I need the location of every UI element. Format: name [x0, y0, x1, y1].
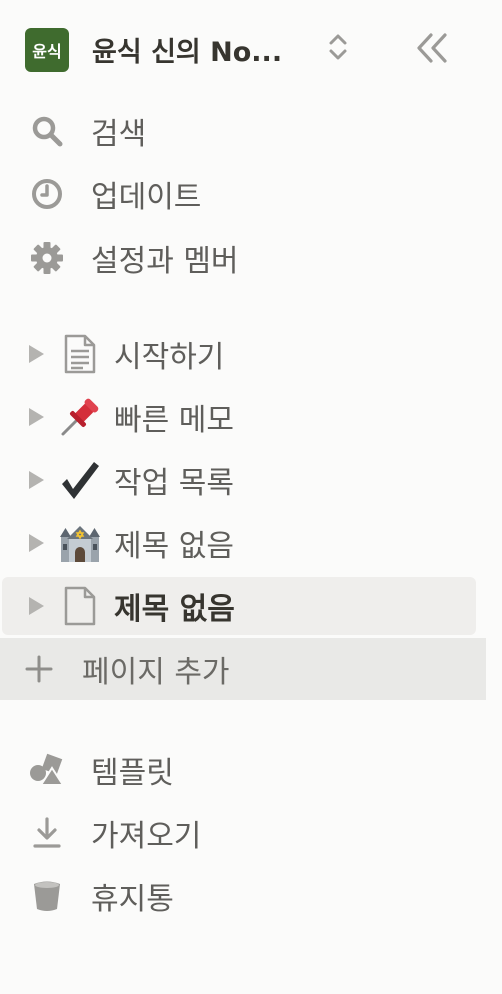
collapse-sidebar-icon[interactable]: [414, 31, 450, 65]
pushpin-icon: [59, 395, 101, 439]
shapes-icon: [28, 751, 66, 789]
clock-icon: [28, 175, 66, 213]
workspace-avatar: 윤식: [25, 28, 69, 72]
workspace-switcher[interactable]: 윤식 윤식 신의 No...: [0, 22, 486, 74]
expand-caret-icon[interactable]: [27, 596, 45, 616]
expand-caret-icon[interactable]: [27, 470, 45, 490]
add-page-label: 페이지 추가: [82, 655, 230, 690]
nav-search[interactable]: 검색: [0, 104, 486, 158]
nav-label: 휴지통: [91, 882, 174, 917]
blank-page-icon: [59, 584, 101, 628]
nav-templates[interactable]: 템플릿: [0, 743, 486, 797]
page-label: 작업 목록: [114, 466, 234, 501]
plus-icon: [24, 654, 54, 684]
page-item[interactable]: 제목 없음: [0, 514, 486, 572]
page-label: 시작하기: [114, 340, 225, 375]
trash-icon: [28, 877, 66, 915]
nav-trash[interactable]: 휴지통: [0, 869, 486, 923]
page-label: 제목 없음: [114, 592, 235, 627]
workspace-name: 윤식 신의 No...: [92, 37, 283, 68]
page-item[interactable]: 시작하기: [0, 325, 486, 383]
page-label: 빠른 메모: [114, 403, 234, 438]
search-icon: [28, 112, 66, 150]
nav-updates[interactable]: 업데이트: [0, 167, 486, 221]
nav-label: 템플릿: [91, 756, 174, 791]
nav-label: 설정과 멤버: [91, 244, 239, 279]
expand-caret-icon[interactable]: [27, 407, 45, 427]
expand-caret-icon[interactable]: [27, 533, 45, 553]
sidebar: 윤식 윤식 신의 No... 검색 업데이트 설정과 멤버 시작하기 빠른 메모…: [0, 0, 486, 994]
expand-caret-icon[interactable]: [27, 344, 45, 364]
nav-import[interactable]: 가져오기: [0, 806, 486, 860]
synagogue-icon: [59, 521, 101, 565]
document-lines-icon: [59, 332, 101, 376]
page-item[interactable]: 빠른 메모: [0, 388, 486, 446]
nav-label: 업데이트: [91, 180, 202, 215]
chevron-up-down-icon[interactable]: [326, 31, 350, 63]
nav-settings-members[interactable]: 설정과 멤버: [0, 231, 486, 285]
nav-label: 검색: [91, 117, 147, 152]
gear-icon: [28, 239, 66, 277]
page-item-selected[interactable]: 제목 없음: [2, 577, 476, 635]
page-label: 제목 없음: [114, 529, 234, 564]
check-mark-icon: [59, 458, 101, 502]
add-page-button[interactable]: 페이지 추가: [0, 638, 486, 700]
nav-label: 가져오기: [91, 819, 202, 854]
page-item[interactable]: 작업 목록: [0, 451, 486, 509]
download-icon: [28, 814, 66, 852]
